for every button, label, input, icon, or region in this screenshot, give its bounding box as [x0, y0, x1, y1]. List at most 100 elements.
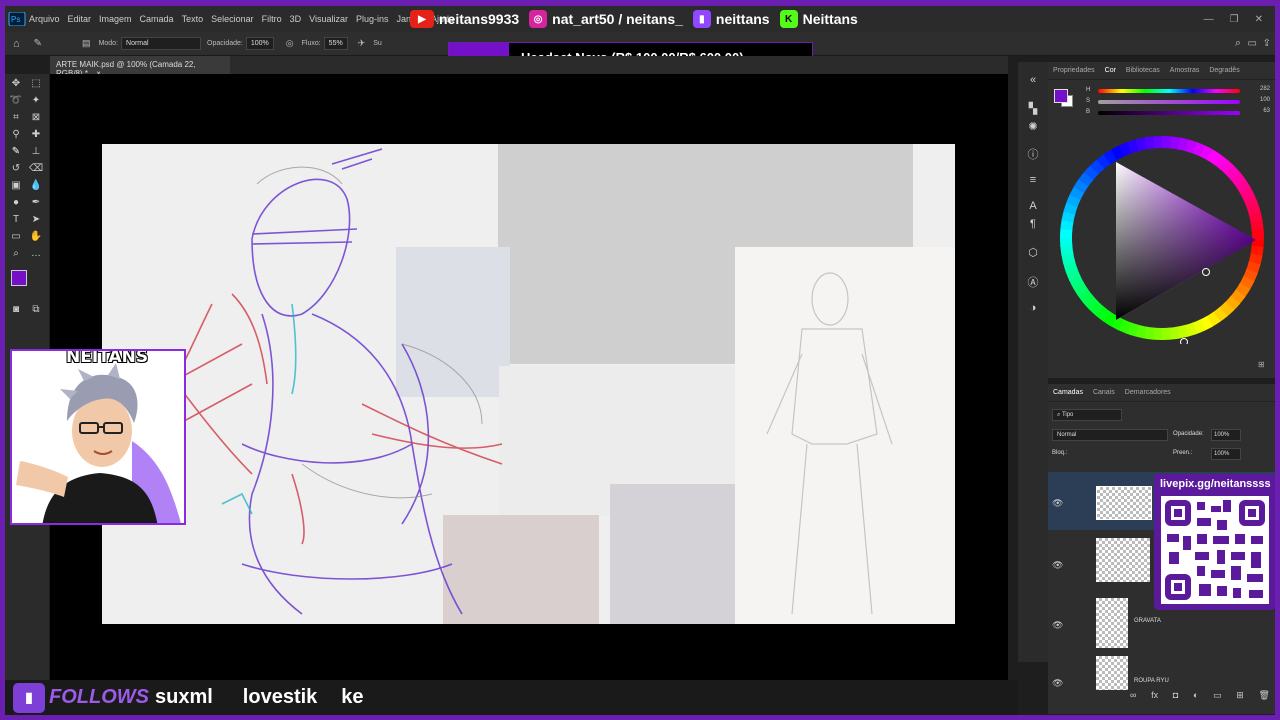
tab-amostras[interactable]: Amostras — [1170, 67, 1200, 74]
menu-3d[interactable]: 3D — [290, 14, 302, 24]
lasso-tool-icon[interactable]: ➰ — [9, 95, 23, 107]
visibility-eye-icon[interactable]: 👁 — [1052, 678, 1063, 689]
stamp-tool-icon[interactable]: ⊥ — [29, 146, 43, 158]
dodge-tool-icon[interactable]: ● — [9, 197, 23, 209]
paragraph-icon[interactable]: ¶ — [1026, 218, 1040, 230]
foreground-color-swatch[interactable] — [11, 270, 27, 286]
menu-arquivo[interactable]: Arquivo — [29, 14, 60, 24]
brush-tool-icon[interactable]: ✎ — [34, 38, 42, 49]
menu-editar[interactable]: Editar — [68, 14, 92, 24]
visibility-eye-icon[interactable]: 👁 — [1052, 620, 1063, 631]
tab-cor[interactable]: Cor — [1105, 67, 1116, 74]
eyedropper-icon[interactable]: ⚲ — [9, 129, 23, 141]
adjustments-icon[interactable]: ▚ — [1026, 102, 1040, 115]
character-icon[interactable]: A — [1026, 200, 1040, 212]
brush-tool-icon[interactable]: ✎ — [9, 146, 23, 158]
kick-icon: K — [779, 10, 798, 28]
menu-camada[interactable]: Camada — [140, 14, 174, 24]
brightness-slider[interactable] — [1098, 111, 1240, 115]
3d-icon[interactable]: ⬡ — [1026, 246, 1040, 259]
color-wheel[interactable] — [1056, 132, 1268, 344]
properties-icon[interactable]: ≡ — [1026, 174, 1040, 186]
artboard-canvas[interactable] — [102, 144, 955, 624]
blend-mode-select[interactable]: Normal — [1052, 429, 1168, 441]
streamer-handle: NEITANS — [66, 349, 149, 367]
gradient-tool-icon[interactable]: ▣ — [9, 180, 23, 192]
quick-mask-icon[interactable]: ◙ — [9, 304, 23, 316]
crop-tool-icon[interactable]: ⌗ — [9, 112, 23, 124]
delete-layer-icon[interactable]: 🗑 — [1259, 690, 1270, 704]
history-brush-icon[interactable]: ↺ — [9, 163, 23, 175]
blur-tool-icon[interactable]: 💧 — [29, 180, 43, 192]
new-layer-icon[interactable]: ⊞ — [1236, 690, 1244, 704]
color-panel-tabs: Propriedades Cor Bibliotecas Amostras De… — [1048, 62, 1275, 80]
healing-brush-icon[interactable]: ✚ — [29, 129, 43, 141]
add-mask-icon[interactable]: ◘ — [1173, 690, 1178, 704]
expand-icon[interactable]: ⊞ — [1258, 360, 1265, 369]
pressure-opacity-icon[interactable]: ◎ — [286, 38, 294, 49]
menu-selecionar[interactable]: Selecionar — [211, 14, 254, 24]
type-tool-icon[interactable]: T — [9, 214, 23, 226]
opacity-input[interactable]: 100% — [245, 37, 274, 50]
hue-slider[interactable] — [1098, 89, 1240, 93]
fx-icon[interactable]: fx — [1151, 690, 1158, 704]
brush-settings-icon[interactable]: ✺ — [1026, 120, 1040, 133]
visibility-eye-icon[interactable]: 👁 — [1052, 560, 1063, 571]
pen-tool-icon[interactable]: ✒ — [29, 197, 43, 209]
shape-tool-icon[interactable]: ▭ — [9, 231, 23, 243]
restore-icon[interactable]: ❐ — [1230, 14, 1239, 25]
saturation-value[interactable]: 100 — [1248, 97, 1270, 103]
path-select-icon[interactable]: ➤ — [29, 214, 43, 226]
panel-foreground-swatch[interactable] — [1054, 89, 1068, 103]
webcam-overlay: NEITANS — [10, 349, 186, 525]
tab-degrades[interactable]: Degradês — [1209, 67, 1239, 74]
menu-visualizar[interactable]: Visualizar — [309, 14, 348, 24]
hand-tool-icon[interactable]: ✋ — [29, 231, 43, 243]
glyphs-icon[interactable]: Ⓐ — [1026, 274, 1040, 289]
workspace-icon[interactable]: ▭ — [1248, 38, 1257, 49]
more-tools-icon[interactable]: … — [29, 248, 43, 260]
link-layers-icon[interactable]: ∞ — [1130, 690, 1136, 704]
screen-mode-icon[interactable]: ⧉ — [29, 304, 43, 316]
info-icon[interactable]: ⓘ — [1026, 146, 1040, 161]
hue-value[interactable]: 282 — [1248, 86, 1270, 92]
tab-bibliotecas[interactable]: Bibliotecas — [1126, 67, 1160, 74]
fill-input[interactable]: 100% — [1211, 448, 1241, 460]
minimize-icon[interactable]: — — [1204, 14, 1214, 25]
document-tab[interactable]: ARTE MAIK.psd @ 100% (Camada 22, RGB/8) … — [50, 56, 230, 78]
menu-plugins[interactable]: Plug-ins — [356, 14, 389, 24]
brush-panel-icon[interactable]: ▤ — [82, 38, 91, 49]
menu-texto[interactable]: Texto — [182, 14, 204, 24]
close-icon[interactable]: ✕ — [1255, 14, 1263, 25]
visibility-eye-icon[interactable]: 👁 — [1052, 498, 1063, 509]
magic-wand-icon[interactable]: ✦ — [29, 95, 43, 107]
collapse-panels-icon[interactable]: « — [1026, 74, 1040, 86]
layer-opacity-input[interactable]: 100% — [1211, 429, 1241, 441]
flow-input[interactable]: 55% — [323, 37, 348, 50]
livepix-overlay: livepix.gg/neitanssss — [1154, 474, 1275, 610]
tab-demarcadores[interactable]: Demarcadores — [1125, 389, 1171, 396]
tab-camadas[interactable]: Camadas — [1053, 389, 1083, 396]
menu-imagem[interactable]: Imagem — [99, 14, 132, 24]
share-icon[interactable]: ⇪ — [1263, 38, 1271, 49]
move-tool-icon[interactable]: ✥ — [9, 78, 23, 90]
search-icon[interactable]: ⌕ — [1235, 37, 1241, 50]
mode-select[interactable]: Normal — [121, 37, 202, 50]
styles-icon[interactable]: ◑ — [1026, 302, 1040, 314]
tab-canais[interactable]: Canais — [1093, 389, 1115, 396]
brightness-value[interactable]: 63 — [1248, 108, 1270, 114]
layer-filter-select[interactable]: ⌕ Tipo — [1052, 409, 1122, 421]
eraser-tool-icon[interactable]: ⌫ — [29, 163, 43, 175]
zoom-tool-icon[interactable]: ⌕ — [9, 248, 23, 260]
group-icon[interactable]: ▭ — [1213, 690, 1222, 704]
saturation-slider[interactable] — [1098, 100, 1240, 104]
airbrush-icon[interactable]: ✈ — [358, 38, 366, 49]
tab-propriedades[interactable]: Propriedades — [1053, 67, 1095, 74]
menu-filtro[interactable]: Filtro — [262, 14, 282, 24]
marquee-tool-icon[interactable]: ⬚ — [29, 78, 43, 90]
frame-tool-icon[interactable]: ⊠ — [29, 112, 43, 124]
home-icon[interactable]: ⌂ — [13, 38, 20, 50]
color-picker-cursor[interactable] — [1202, 268, 1210, 276]
hue-row: H 282 — [1058, 86, 1270, 97]
adjustment-layer-icon[interactable]: ◐ — [1193, 690, 1198, 704]
